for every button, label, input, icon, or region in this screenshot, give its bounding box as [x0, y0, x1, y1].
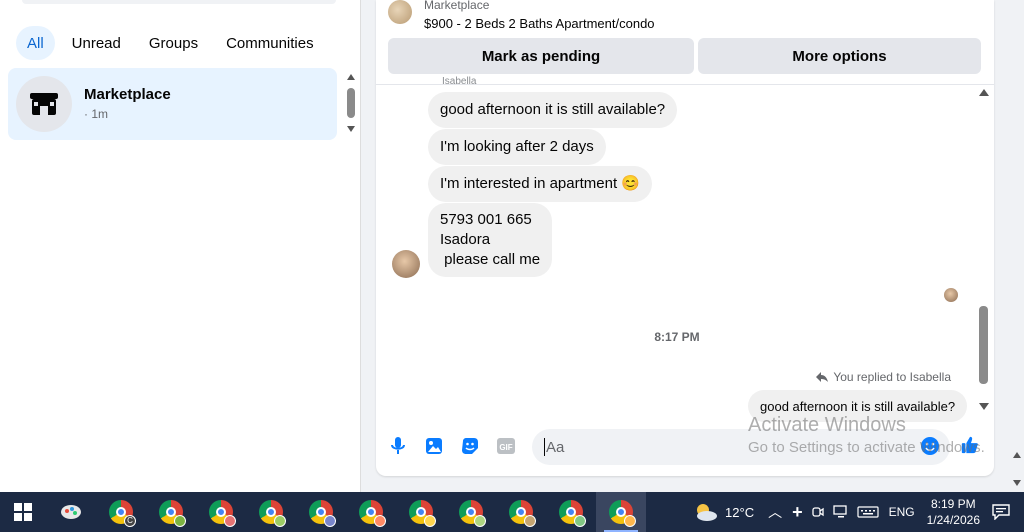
sticker-icon[interactable]: [460, 436, 480, 456]
chrome-icon: [209, 500, 236, 527]
storefront-icon: [30, 93, 58, 115]
plus-icon[interactable]: +: [792, 502, 803, 523]
language-indicator[interactable]: ENG: [889, 505, 915, 519]
clock-time: 8:19 PM: [930, 497, 976, 511]
emoji-icon[interactable]: [920, 436, 940, 456]
filter-unread[interactable]: Unread: [61, 26, 132, 60]
system-tray: 12°C ︿ + ENG 8:19 PM 1/24/2026: [691, 492, 1024, 532]
microphone-icon[interactable]: [388, 436, 408, 456]
scroll-down-icon[interactable]: [347, 126, 355, 132]
reply-quote-bubble[interactable]: good afternoon it is still available?: [748, 390, 968, 422]
replied-indicator: You replied to Isabella: [815, 370, 951, 384]
chat-scroll-up-icon[interactable]: [979, 89, 989, 96]
contact-avatar[interactable]: [392, 250, 420, 278]
filter-communities[interactable]: Communities: [215, 26, 325, 60]
chat-panel: Marketplace $900 - 2 Beds 2 Baths Apartm…: [376, 0, 994, 476]
scroll-thumb[interactable]: [347, 88, 355, 118]
message-placeholder: Aa: [546, 438, 565, 456]
notifications-icon[interactable]: [992, 504, 1010, 520]
conversation-time: · 1m: [84, 107, 108, 121]
taskbar-app-chrome[interactable]: [296, 492, 346, 532]
chrome-icon: C: [109, 500, 136, 527]
chevron-up-icon[interactable]: ︿: [768, 502, 782, 522]
sender-name-snippet: Isabella: [442, 76, 477, 87]
reply-icon: [816, 372, 829, 382]
text-caret: [544, 438, 545, 456]
conversation-item-marketplace[interactable]: Marketplace · 1m: [8, 68, 337, 140]
chrome-icon: [559, 500, 586, 527]
message-line: please call me: [440, 251, 541, 268]
taskbar-app-chrome-active[interactable]: [596, 492, 646, 532]
windows-logo-icon: [14, 503, 32, 521]
message-bubble-multiline[interactable]: 5793 001 665 Isadora please call me: [428, 203, 553, 277]
conversation-name: Marketplace: [84, 86, 171, 103]
seen-receipt-avatar: [944, 288, 958, 302]
chat-scroll-down-icon[interactable]: [979, 403, 989, 410]
svg-text:GIF: GIF: [499, 443, 512, 452]
filter-all[interactable]: All: [16, 26, 55, 60]
listing-title[interactable]: $900 - 2 Beds 2 Baths Apartment/condo: [424, 16, 655, 31]
message-bubble[interactable]: good afternoon it is still available?: [428, 92, 678, 128]
network-icon[interactable]: [832, 505, 849, 519]
image-icon[interactable]: [424, 436, 444, 456]
chrome-icon: [309, 500, 336, 527]
more-options-button[interactable]: More options: [698, 38, 981, 74]
chrome-icon: [459, 500, 486, 527]
scroll-up-icon[interactable]: [347, 74, 355, 80]
mark-as-pending-button[interactable]: Mark as pending: [388, 38, 694, 74]
message-input[interactable]: Aa: [532, 429, 950, 465]
listing-source: Marketplace: [424, 0, 490, 12]
chrome-icon: [259, 500, 286, 527]
meet-now-icon[interactable]: [811, 505, 825, 519]
paint-app-icon: [61, 505, 81, 519]
clock[interactable]: 8:19 PM 1/24/2026: [927, 496, 980, 528]
taskbar-app-chrome[interactable]: [546, 492, 596, 532]
taskbar-app-chrome[interactable]: [396, 492, 446, 532]
taskbar-app-chrome[interactable]: [246, 492, 296, 532]
taskbar-app-paint[interactable]: [46, 492, 96, 532]
chrome-icon: [609, 500, 636, 527]
taskbar-app-chrome[interactable]: [446, 492, 496, 532]
page-scroll-up-icon[interactable]: [1013, 452, 1021, 458]
page-scroll-down-icon[interactable]: [1013, 480, 1021, 486]
marketplace-avatar: [16, 76, 72, 132]
like-icon[interactable]: [960, 435, 980, 455]
chat-list-scrollbar[interactable]: [344, 70, 358, 136]
gif-icon[interactable]: GIF: [496, 436, 516, 456]
windows-start-button[interactable]: [0, 492, 46, 532]
windows-taskbar: C 12°C ︿ + ENG 8:19 PM 1/24/2026: [0, 492, 1024, 532]
chrome-icon: [159, 500, 186, 527]
listing-thumbnail[interactable]: [388, 0, 412, 24]
taskbar-app-chrome[interactable]: [146, 492, 196, 532]
message-bubble[interactable]: I'm interested in apartment 😊: [428, 166, 652, 202]
replied-label: You replied to Isabella: [833, 370, 951, 384]
search-field-edge[interactable]: [22, 0, 336, 4]
message-line: Isadora: [440, 231, 491, 248]
keyboard-icon[interactable]: [856, 506, 879, 518]
clock-date: 1/24/2026: [926, 513, 980, 527]
taskbar-app-chrome[interactable]: C: [96, 492, 146, 532]
message-line: 5793 001 665: [440, 211, 532, 228]
weather-cloud-icon[interactable]: [691, 501, 719, 523]
taskbar-app-chrome[interactable]: [496, 492, 546, 532]
filter-chips: All Unread Groups Communities: [16, 26, 325, 60]
chrome-icon: [359, 500, 386, 527]
chrome-icon: [509, 500, 536, 527]
message-bubble[interactable]: I'm looking after 2 days: [428, 129, 606, 165]
taskbar-app-chrome[interactable]: [196, 492, 246, 532]
taskbar-app-chrome[interactable]: [346, 492, 396, 532]
weather-temperature[interactable]: 12°C: [725, 505, 754, 520]
message-timestamp: 8:17 PM: [654, 330, 700, 344]
chat-scroll-thumb[interactable]: [979, 306, 988, 384]
filter-groups[interactable]: Groups: [138, 26, 209, 60]
chat-list-pane: All Unread Groups Communities Marketplac…: [0, 0, 361, 492]
chrome-icon: [409, 500, 436, 527]
